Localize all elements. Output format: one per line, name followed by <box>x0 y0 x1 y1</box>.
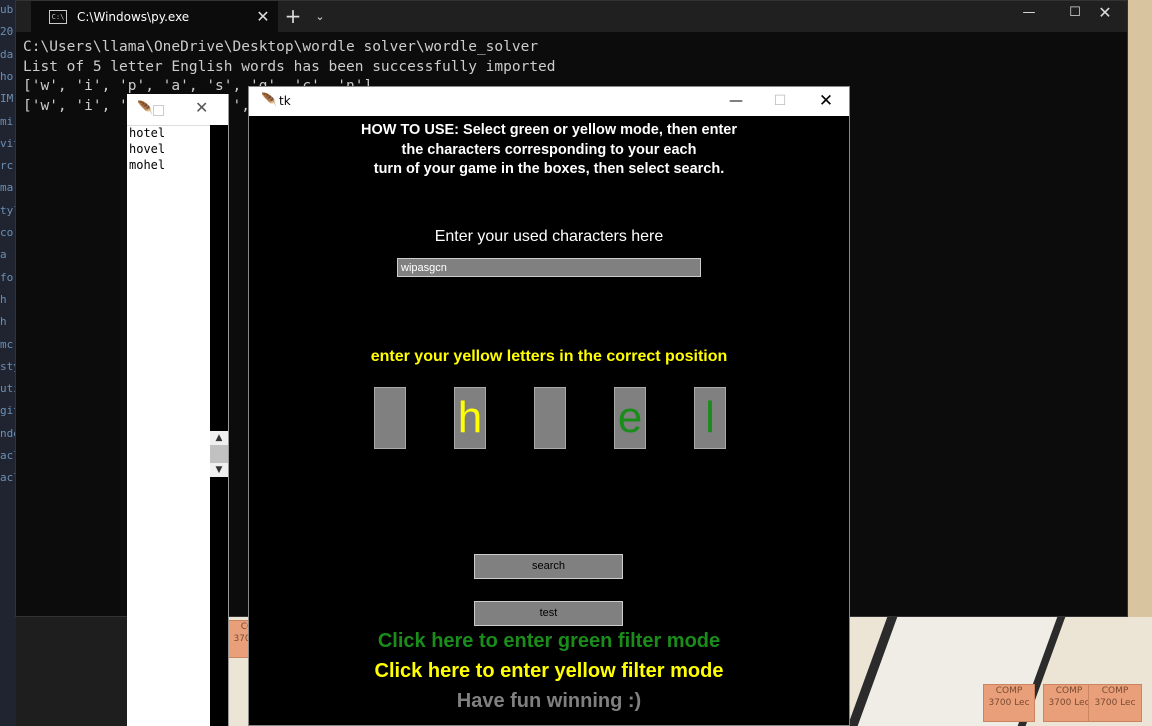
instructions: HOW TO USE: Select green or yellow mode,… <box>249 121 849 180</box>
editor-line-fragment: mi <box>0 114 14 128</box>
editor-line-fragment: IM <box>0 92 14 106</box>
editor-line-fragment: co <box>0 226 14 239</box>
tk-titlebar: 🪶 tk — ☐ ✕ <box>249 87 849 116</box>
map-tile-label: COMP 3700 Lec <box>1094 686 1136 708</box>
tab-close-icon[interactable]: ✕ <box>248 7 278 26</box>
editor-line-fragment: h <box>0 315 7 329</box>
map-tile: COMP 3700 Lec <box>983 684 1035 722</box>
minimize-icon[interactable]: — <box>1006 1 1052 25</box>
background-editor-strip: ub 20 da ho IM mi vit rc ma tyle co a fo hh mc sty uti gi… <box>0 0 16 726</box>
maximize-icon[interactable] <box>153 105 164 116</box>
list-item[interactable]: hotel <box>129 125 212 141</box>
editor-line-fragment: ma <box>0 181 14 195</box>
editor-line-fragment: 20 <box>0 25 14 39</box>
wordlist-titlebar: 🪶 ✕ <box>127 94 228 126</box>
test-button[interactable]: test <box>474 601 623 626</box>
editor-line-fragment: acl <box>0 471 16 485</box>
tk-window: 🪶 tk — ☐ ✕ HOW TO USE: Select green or y… <box>248 86 850 726</box>
yellow-letters-label: enter your yellow letters in the correct… <box>370 348 728 365</box>
close-icon[interactable]: ✕ <box>803 90 849 112</box>
editor-line-fragment: ub <box>0 3 14 16</box>
map-tile: COMP 3700 Lec <box>1088 684 1142 722</box>
editor-line-fragment: tyle <box>0 203 16 217</box>
editor-line-fragment: a <box>0 248 7 262</box>
used-characters-input[interactable] <box>397 258 701 277</box>
list-item[interactable]: mohel <box>129 157 212 173</box>
map-tile-label: COMP 3700 Lec <box>1048 686 1090 708</box>
fun-message: Have fun winning :) <box>456 690 642 712</box>
editor-line-fragment: acl <box>0 449 16 462</box>
close-icon[interactable]: ✕ <box>1082 1 1128 25</box>
letter-box-2[interactable]: h <box>454 387 486 449</box>
editor-line-fragment: mc <box>0 337 14 351</box>
console-icon: C:\ <box>49 9 67 24</box>
editor-line-fragment: nde <box>0 426 16 440</box>
editor-line-fragment: fo <box>0 270 14 284</box>
editor-line-fragment: sty <box>0 359 16 373</box>
editor-line-fragment: da <box>0 47 14 61</box>
tk-feather-icon: 🪶 <box>137 101 154 116</box>
search-button[interactable]: search <box>474 554 623 579</box>
close-icon[interactable]: ✕ <box>195 98 208 117</box>
map-tile-label: COMP 3700 Lec <box>988 686 1030 708</box>
wordlist-scrollbar[interactable]: ▲ ▼ <box>210 125 228 726</box>
letter-box-1[interactable] <box>374 387 406 449</box>
wordlist-listbox[interactable]: hotel hovel mohel <box>127 125 212 726</box>
editor-line-fragment: h <box>0 292 7 306</box>
instruction-line: the characters corresponding to your eac… <box>401 141 697 158</box>
terminal-titlebar: C:\ C:\Windows\py.exe ✕ + ⌄ — ☐ ✕ <box>16 1 1127 32</box>
letter-box-4[interactable]: e <box>614 387 646 449</box>
maximize-icon[interactable]: ☐ <box>757 90 803 112</box>
list-item[interactable]: hovel <box>129 141 212 157</box>
editor-line-fragment: uti <box>0 382 16 396</box>
editor-line-fragment: vit <box>0 136 16 150</box>
letter-box-5[interactable]: l <box>694 387 726 449</box>
terminal-tab-title: C:\Windows\py.exe <box>77 9 190 24</box>
terminal-line: List of 5 letter English words has been … <box>23 58 556 75</box>
instruction-line: turn of your game in the boxes, then sel… <box>373 161 725 177</box>
instruction-line: HOW TO USE: Select green or yellow mode,… <box>360 122 737 138</box>
scroll-up-icon[interactable]: ▲ <box>210 431 228 445</box>
window-title: tk <box>279 94 291 108</box>
yellow-mode-link[interactable]: Click here to enter yellow filter mode <box>249 660 849 683</box>
tk-feather-icon: 🪶 <box>261 93 278 108</box>
scroll-thumb[interactable] <box>210 445 228 463</box>
new-tab-plus-icon[interactable]: + <box>278 1 308 32</box>
scroll-down-icon[interactable]: ▼ <box>210 463 228 477</box>
terminal-tab[interactable]: C:\ C:\Windows\py.exe ✕ <box>31 1 278 32</box>
terminal-line: C:\Users\llama\OneDrive\Desktop\wordle s… <box>23 39 539 55</box>
wordlist-window: 🪶 ✕ hotel hovel mohel ▲ ▼ <box>127 94 229 726</box>
editor-line-fragment: rc <box>0 159 14 173</box>
letter-box-3[interactable] <box>534 387 566 449</box>
editor-line-fragment: ho <box>0 69 14 83</box>
used-characters-label: Enter your used characters here <box>434 228 664 245</box>
chevron-down-icon[interactable]: ⌄ <box>308 1 332 32</box>
editor-line-fragment: giti <box>0 404 16 418</box>
green-mode-link[interactable]: Click here to enter green filter mode <box>249 630 849 653</box>
minimize-icon[interactable]: — <box>713 90 759 112</box>
